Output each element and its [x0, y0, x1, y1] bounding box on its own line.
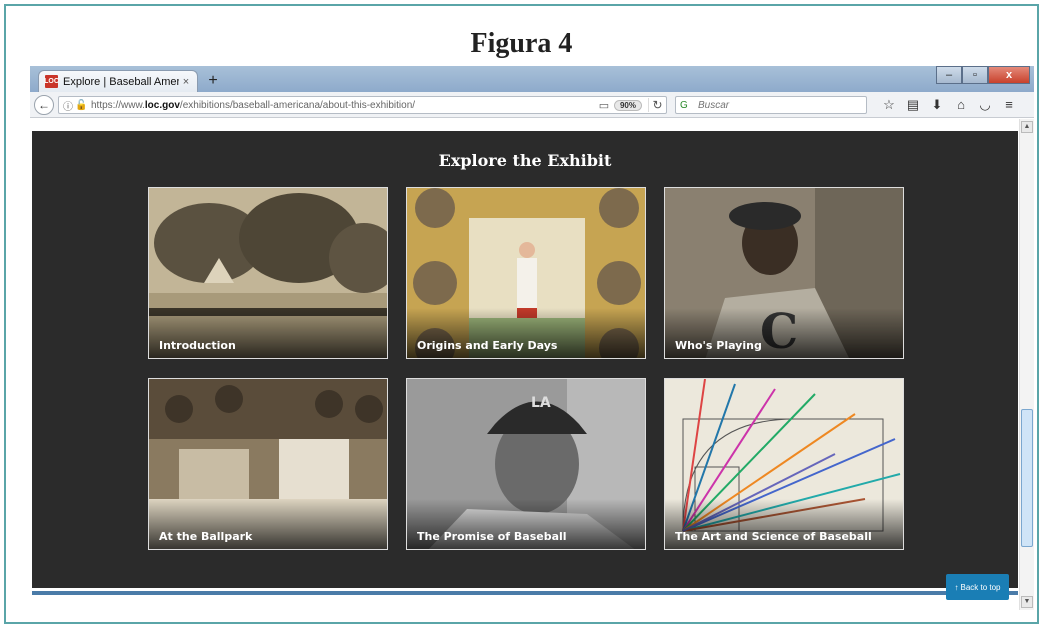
home-icon[interactable]: ⌂: [950, 96, 972, 114]
vertical-scrollbar[interactable]: ▲ ▼: [1019, 119, 1034, 610]
search-input[interactable]: [698, 99, 866, 111]
arrow-up-icon: ↑: [954, 582, 959, 592]
page-viewport: Explore the Exhibit Introduction Origins…: [30, 119, 1018, 610]
insecure-lock-icon[interactable]: 🔓: [75, 100, 91, 111]
scroll-down-arrow-icon[interactable]: ▼: [1021, 596, 1033, 608]
back-to-top-button[interactable]: ↑ Back to top: [946, 574, 1009, 600]
pocket-icon[interactable]: ◡: [974, 96, 996, 114]
maximize-button[interactable]: ▫: [962, 66, 988, 84]
search-engine-icon[interactable]: G: [680, 100, 698, 111]
browser-window: LOC Explore | Baseball America... × + – …: [30, 66, 1034, 610]
new-tab-button[interactable]: +: [204, 72, 222, 90]
card-at-the-ballpark[interactable]: At the Ballpark: [148, 378, 388, 550]
card-label: At the Ballpark: [159, 530, 253, 543]
toolbar-icons: ☆ ▤ ⬇ ⌂ ◡ ≡: [878, 96, 1022, 114]
svg-text:LA: LA: [531, 395, 551, 411]
close-window-button[interactable]: x: [988, 66, 1030, 84]
scroll-up-arrow-icon[interactable]: ▲: [1021, 121, 1033, 133]
card-whos-playing[interactable]: C Who's Playing: [664, 187, 904, 359]
tab-bar: LOC Explore | Baseball America... × + – …: [30, 66, 1034, 92]
explore-section: Explore the Exhibit Introduction Origins…: [32, 131, 1018, 588]
card-label: The Promise of Baseball: [417, 530, 567, 543]
address-bar[interactable]: ⓘ 🔓 https://www.loc.gov/exhibitions/base…: [58, 96, 667, 114]
tab-title: Explore | Baseball America...: [63, 75, 179, 88]
navigation-bar: ← ⓘ 🔓 https://www.loc.gov/exhibitions/ba…: [30, 92, 1034, 118]
card-introduction[interactable]: Introduction: [148, 187, 388, 359]
card-label: Origins and Early Days: [417, 339, 558, 352]
url-text[interactable]: https://www.loc.gov/exhibitions/baseball…: [91, 100, 594, 111]
scrollbar-thumb[interactable]: [1021, 409, 1033, 547]
card-art-and-science[interactable]: The Art and Science of Baseball: [664, 378, 904, 550]
info-icon[interactable]: ⓘ: [63, 98, 75, 113]
menu-icon[interactable]: ≡: [998, 96, 1020, 114]
loc-favicon-icon: LOC: [44, 75, 59, 88]
back-to-top-label: Back to top: [960, 582, 1001, 592]
clipboard-icon[interactable]: ▤: [902, 96, 924, 114]
card-origins[interactable]: Origins and Early Days: [406, 187, 646, 359]
reader-view-icon[interactable]: ▭: [594, 99, 614, 112]
card-promise[interactable]: LA The Promise of Baseball: [406, 378, 646, 550]
card-label: Introduction: [159, 339, 236, 352]
download-icon[interactable]: ⬇: [926, 96, 948, 114]
reload-icon[interactable]: ↻: [648, 98, 666, 112]
back-button[interactable]: ←: [34, 95, 54, 115]
card-label: Who's Playing: [675, 339, 762, 352]
tab-close-icon[interactable]: ×: [179, 76, 193, 88]
figure-title: Figura 4: [470, 28, 573, 59]
section-title: Explore the Exhibit: [438, 151, 612, 170]
tab-explore[interactable]: LOC Explore | Baseball America... ×: [38, 70, 198, 92]
star-icon[interactable]: ☆: [878, 96, 900, 114]
search-bar[interactable]: G: [675, 96, 867, 114]
window-controls: – ▫ x: [936, 66, 1030, 84]
footer-strip: [32, 591, 1018, 595]
zoom-level-badge[interactable]: 90%: [613, 99, 642, 111]
minimize-button[interactable]: –: [936, 66, 962, 84]
card-label: The Art and Science of Baseball: [675, 530, 872, 543]
